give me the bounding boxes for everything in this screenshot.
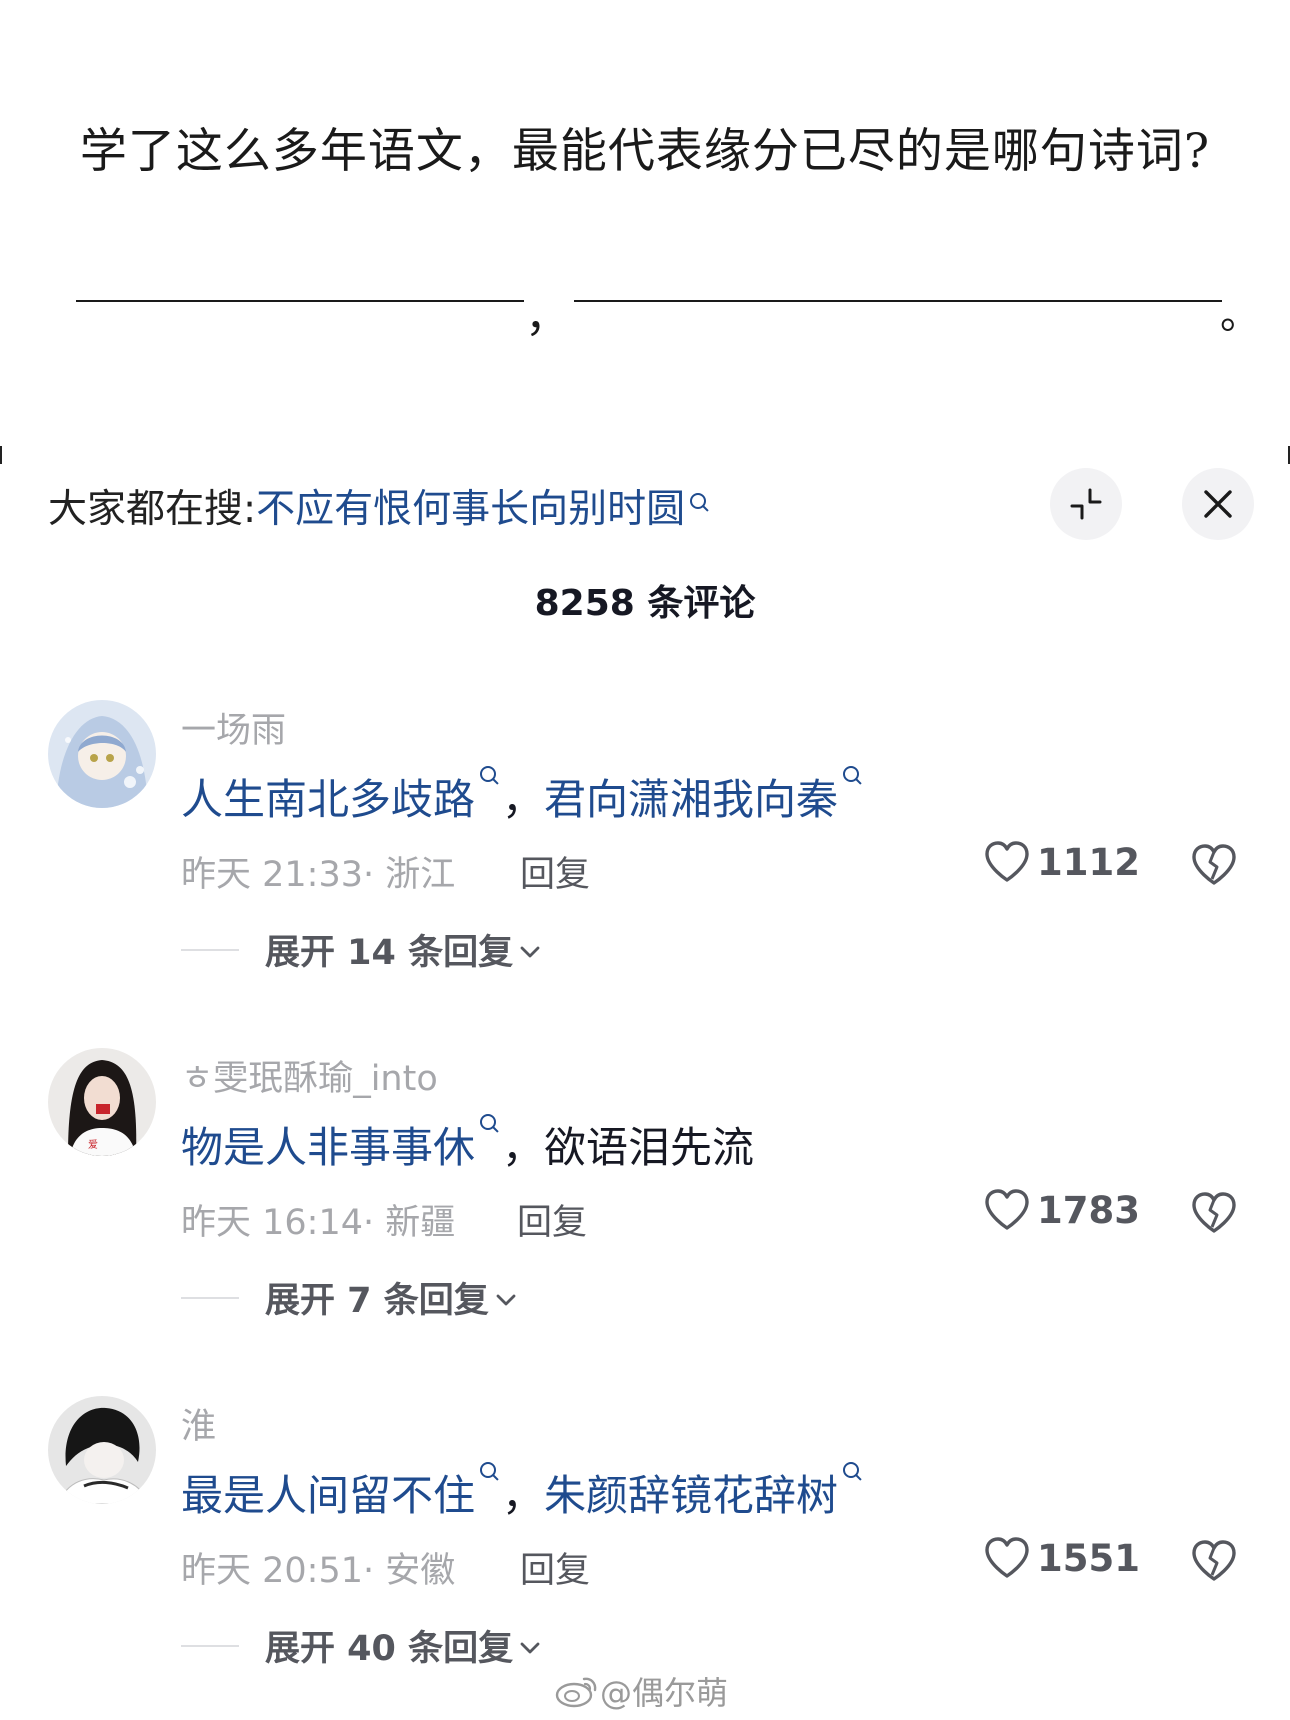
search-icon <box>478 1458 502 1488</box>
blank-comma: ， <box>525 291 569 342</box>
comment-meta: 昨天 16:14· 新疆 <box>181 1203 456 1243</box>
collapse-icon <box>1070 488 1102 520</box>
poem-line-link[interactable]: 物是人非事事休 <box>181 1123 475 1172</box>
expand-replies[interactable]: 展开 7 条回复 <box>181 1272 517 1323</box>
comment-meta: 昨天 21:33· 浙江 <box>181 855 456 895</box>
avatar[interactable] <box>48 700 156 808</box>
broken-heart-icon <box>1192 1192 1236 1233</box>
broken-heart-icon <box>1192 844 1236 885</box>
comment-item: 爱 ㅎ雯珉酥瑜_into 物是人非事事休 ，欲语泪先流 昨天 16:14· 新疆 … <box>0 1048 1290 1348</box>
like-button[interactable]: 1112 <box>983 840 1140 884</box>
reply-button[interactable]: 回复 <box>517 1194 587 1245</box>
poem-line-text: 欲语泪先流 <box>544 1123 755 1172</box>
like-button[interactable]: 1783 <box>983 1188 1140 1232</box>
panel-edge-left <box>0 446 2 464</box>
like-count: 1551 <box>1037 1536 1140 1580</box>
like-button[interactable]: 1551 <box>983 1536 1140 1580</box>
comment-text: 最是人间留不住 ，朱颜辞镜花辞树 <box>181 1462 865 1523</box>
chevron-down-icon <box>520 1642 540 1653</box>
answer-blank-1 <box>76 300 524 302</box>
comment-text: 物是人非事事休 ，欲语泪先流 <box>181 1114 754 1175</box>
comment-count-title: 8258 条评论 <box>534 583 756 624</box>
poem-line-link[interactable]: 人生南北多歧路 <box>181 775 475 824</box>
close-button[interactable] <box>1182 468 1254 540</box>
search-icon <box>688 489 712 519</box>
heart-icon <box>985 1537 1029 1578</box>
chevron-down-icon <box>496 1294 516 1305</box>
search-icon <box>841 762 865 792</box>
like-count: 1112 <box>1037 840 1140 884</box>
chevron-down-icon <box>520 946 540 957</box>
poem-line-link[interactable]: 最是人间留不住 <box>181 1471 475 1520</box>
expand-replies[interactable]: 展开 14 条回复 <box>181 924 541 975</box>
broken-heart-icon <box>1192 1540 1236 1581</box>
comment-item: 一场雨 人生南北多歧路 ，君向潇湘我向秦 昨天 21:33· 浙江 回复 1112… <box>0 700 1290 1000</box>
expand-replies[interactable]: 展开 40 条回复 <box>181 1620 541 1671</box>
dislike-button[interactable] <box>1190 1191 1238 1239</box>
weibo-logo-icon <box>555 1677 597 1708</box>
comment-username[interactable]: ㅎ雯珉酥瑜_into <box>181 1050 438 1101</box>
heart-icon <box>985 841 1029 882</box>
like-count: 1783 <box>1037 1188 1140 1232</box>
avatar[interactable] <box>48 1396 156 1504</box>
dislike-button[interactable] <box>1190 843 1238 891</box>
avatar[interactable]: 爱 <box>48 1048 156 1156</box>
comment-item: 淮 最是人间留不住 ，朱颜辞镜花辞树 昨天 20:51· 安徽 回复 1551 展… <box>0 1396 1290 1696</box>
expand-replies-label: 展开 14 条回复 <box>265 933 514 973</box>
answer-blank-2 <box>574 300 1222 302</box>
question-text: 学了这么多年语文，最能代表缘分已尽的是哪句诗词? <box>79 124 1211 179</box>
divider <box>181 1644 239 1647</box>
heart-icon <box>985 1189 1029 1230</box>
search-icon <box>478 762 502 792</box>
search-icon <box>478 1110 502 1140</box>
divider <box>181 1296 239 1299</box>
expand-replies-label: 展开 7 条回复 <box>265 1281 489 1321</box>
svg-text:爱: 爱 <box>88 1138 98 1151</box>
expand-replies-label: 展开 40 条回复 <box>265 1629 514 1669</box>
blank-period: 。 <box>1220 292 1260 338</box>
close-icon <box>1204 490 1232 518</box>
reply-button[interactable]: 回复 <box>520 846 590 897</box>
divider <box>181 948 239 951</box>
dislike-button[interactable] <box>1190 1539 1238 1587</box>
poem-line-link[interactable]: 君向潇湘我向秦 <box>544 775 838 824</box>
search-prefix: 大家都在搜: <box>48 487 257 532</box>
collapse-button[interactable] <box>1050 468 1122 540</box>
comment-meta: 昨天 20:51· 安徽 <box>181 1551 456 1591</box>
comment-username[interactable]: 一场雨 <box>181 702 286 753</box>
reply-button[interactable]: 回复 <box>520 1542 590 1593</box>
comment-username[interactable]: 淮 <box>181 1398 216 1449</box>
watermark: @偶尔萌 <box>554 1668 728 1714</box>
search-icon <box>841 1458 865 1488</box>
search-term-link[interactable]: 不应有恨何事长向别时圆 <box>256 478 685 534</box>
watermark-handle: @偶尔萌 <box>600 1674 729 1712</box>
comment-text: 人生南北多歧路 ，君向潇湘我向秦 <box>181 766 865 827</box>
search-suggestion[interactable]: 大家都在搜: 不应有恨何事长向别时圆 <box>48 478 712 534</box>
poem-line-link[interactable]: 朱颜辞镜花辞树 <box>544 1471 838 1520</box>
